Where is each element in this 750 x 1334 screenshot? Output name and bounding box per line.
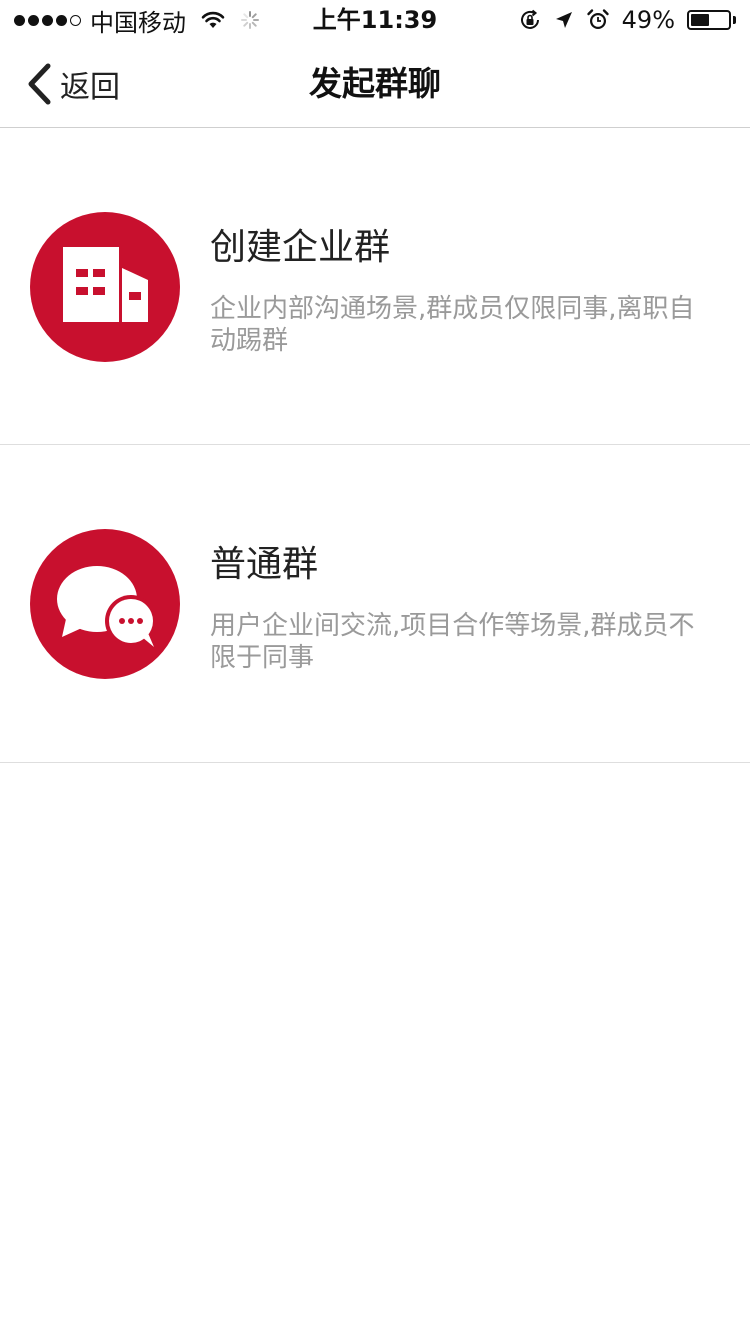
chat-bubbles-icon bbox=[30, 529, 180, 679]
battery-percent: 49% bbox=[621, 6, 675, 34]
alarm-icon bbox=[586, 9, 609, 29]
navigation-bar: 返回 发起群聊 bbox=[0, 40, 750, 128]
chevron-left-icon bbox=[28, 63, 51, 105]
back-button[interactable]: 返回 bbox=[26, 40, 120, 128]
building-icon bbox=[30, 212, 180, 362]
location-arrow-icon bbox=[555, 12, 572, 28]
option-description: 企业内部沟通场景,群成员仅限同事,离职自动踢群 bbox=[210, 294, 695, 356]
option-title: 普通群 bbox=[210, 544, 319, 585]
create-enterprise-group-option[interactable]: 创建企业群 企业内部沟通场景,群成员仅限同事,离职自动踢群 bbox=[0, 128, 750, 445]
carrier-name: 中国移动 bbox=[90, 8, 186, 37]
battery-icon bbox=[687, 10, 736, 30]
status-bar: 中国移动 上午11:39 49% bbox=[0, 0, 750, 40]
signal-strength-icon bbox=[14, 14, 84, 26]
status-left: 中国移动 bbox=[14, 3, 518, 38]
option-title: 创建企业群 bbox=[210, 227, 391, 268]
group-type-list: 创建企业群 企业内部沟通场景,群成员仅限同事,离职自动踢群 普通群 用户企业间交… bbox=[0, 128, 750, 763]
status-right: 49% bbox=[518, 6, 736, 34]
back-label: 返回 bbox=[60, 70, 120, 105]
battery-level-fill bbox=[691, 14, 709, 26]
rotation-lock-icon bbox=[520, 9, 539, 29]
loading-spinner-icon bbox=[241, 11, 259, 29]
wifi-icon bbox=[201, 11, 225, 28]
create-normal-group-option[interactable]: 普通群 用户企业间交流,项目合作等场景,群成员不限于同事 bbox=[0, 445, 750, 763]
option-description: 用户企业间交流,项目合作等场景,群成员不限于同事 bbox=[210, 611, 695, 673]
